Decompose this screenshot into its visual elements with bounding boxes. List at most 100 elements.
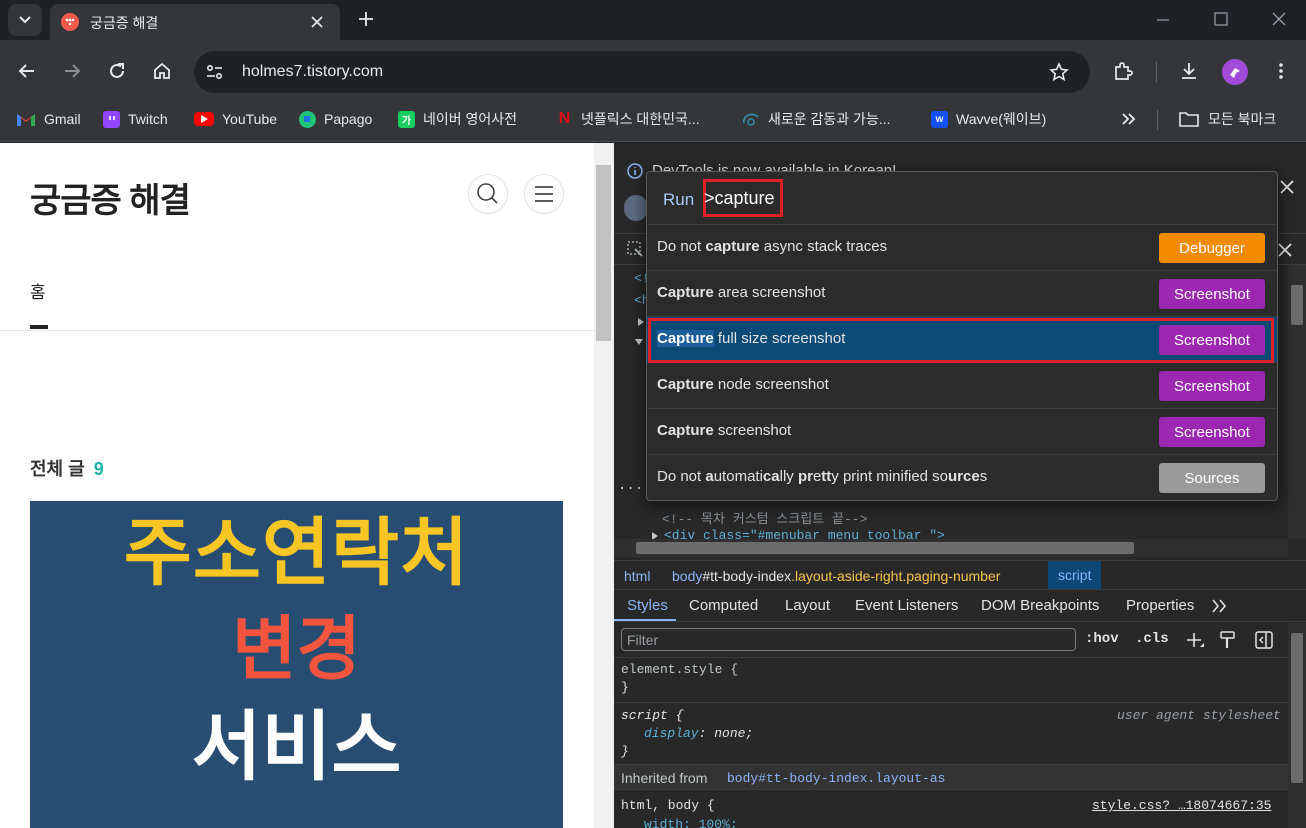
tab-active-underline: [614, 619, 676, 621]
breadcrumb-body[interactable]: body#tt-body-index.layout-aside-right.pa…: [672, 568, 1000, 584]
styles-scrollbar[interactable]: [1288, 623, 1306, 828]
width-declaration[interactable]: width: 100%;: [644, 817, 738, 828]
item-match: Capture: [657, 376, 714, 393]
inherited-link[interactable]: body#tt-body-index.layout-as: [727, 771, 945, 786]
url-text[interactable]: holmes7.tistory.com: [242, 63, 383, 81]
palette-item[interactable]: Capture node screenshot Screenshot: [647, 362, 1277, 408]
bookmark-youtube[interactable]: YouTube: [194, 106, 277, 132]
minimize-icon[interactable]: [1153, 10, 1173, 30]
profile-avatar[interactable]: [1222, 59, 1248, 85]
all-bookmarks-folder[interactable]: 모든 북마크: [1178, 106, 1276, 132]
tab-styles[interactable]: Styles: [627, 597, 668, 614]
dom-hscroll-thumb[interactable]: [636, 542, 1134, 554]
style-source-link[interactable]: style.css?_…18074667:35: [1092, 798, 1271, 813]
screenshot-badge[interactable]: Screenshot: [1159, 371, 1265, 401]
forward-icon[interactable]: [61, 60, 83, 82]
dom-vertical-scrollbar[interactable]: [1288, 265, 1306, 539]
banner-line-1: 주소연락처: [123, 511, 470, 594]
always-match-chip[interactable]: [624, 195, 648, 221]
new-tab-icon[interactable]: [355, 8, 377, 30]
dom-horizontal-scrollbar[interactable]: [614, 539, 1288, 557]
nav-home[interactable]: 홈: [30, 278, 46, 303]
dom-ellipsis[interactable]: ···: [618, 481, 643, 497]
bookmark-label: 새로운 감동과 가능...: [768, 111, 891, 127]
close-tab-icon[interactable]: [308, 13, 326, 31]
home-icon[interactable]: [151, 60, 173, 82]
menu-kebab-icon[interactable]: [1270, 60, 1292, 82]
breadcrumb-html[interactable]: html: [624, 568, 650, 584]
tab-layout[interactable]: Layout: [785, 597, 830, 614]
bookmark-netflix[interactable]: N 넷플릭스 대한민국...: [556, 106, 700, 132]
bookmark-twitch[interactable]: Twitch: [103, 106, 168, 132]
more-bookmarks-chevron-icon[interactable]: [1119, 109, 1139, 129]
tab-event-listeners[interactable]: Event Listeners: [855, 597, 958, 614]
palette-item[interactable]: Capture screenshot Screenshot: [647, 408, 1277, 454]
address-bar[interactable]: holmes7.tistory.com: [194, 51, 1090, 93]
hov-toggle[interactable]: :hov: [1085, 631, 1119, 647]
dom-scrollbar-thumb[interactable]: [1291, 285, 1303, 325]
extensions-icon[interactable]: [1112, 60, 1134, 82]
bookmark-star-icon[interactable]: [1048, 61, 1070, 83]
close-window-icon[interactable]: [1268, 8, 1290, 30]
collapse-arrow-icon[interactable]: [634, 337, 644, 347]
blog-title[interactable]: 궁금증 해결: [30, 173, 191, 222]
inspect-element-icon[interactable]: [626, 240, 644, 258]
script-rule-selector[interactable]: script {: [621, 708, 683, 723]
palette-item[interactable]: Capture area screenshot Screenshot: [647, 270, 1277, 316]
item-match: urce: [948, 468, 980, 485]
palette-item[interactable]: Do not automatically pretty print minifi…: [647, 454, 1277, 500]
screenshot-badge[interactable]: Screenshot: [1159, 417, 1265, 447]
bookmark-disney[interactable]: 새로운 감동과 가능...: [742, 106, 891, 132]
screenshot-badge[interactable]: Screenshot: [1159, 279, 1265, 309]
close-notice-icon[interactable]: [1278, 178, 1296, 196]
palette-item[interactable]: Do not capture async stack traces Debugg…: [647, 224, 1277, 270]
post-thumbnail[interactable]: 주소연락처 변경 서비스: [30, 501, 563, 828]
bookmark-gmail[interactable]: Gmail: [16, 106, 81, 132]
bookmark-naver-dict[interactable]: 가 네이버 영어사전: [398, 106, 517, 132]
item-post: node screenshot: [713, 376, 829, 393]
tistory-favicon: [61, 13, 79, 31]
palette-run-prefix: Run: [663, 190, 695, 209]
item-part: y print minified so: [831, 468, 949, 485]
styles-pane: element.style { } script { user agent st…: [614, 657, 1288, 828]
styles-scrollbar-thumb[interactable]: [1291, 633, 1303, 783]
tab-computed[interactable]: Computed: [689, 597, 758, 614]
reload-icon[interactable]: [106, 60, 128, 82]
paint-roller-icon[interactable]: [1219, 630, 1237, 650]
tab-properties[interactable]: Properties: [1126, 597, 1194, 614]
sources-badge[interactable]: Sources: [1159, 463, 1265, 493]
active-tab[interactable]: 궁금증 해결: [50, 4, 340, 40]
tab-dom-breakpoints[interactable]: DOM Breakpoints: [981, 597, 1099, 614]
search-button[interactable]: [468, 174, 508, 214]
new-style-rule-icon[interactable]: [1185, 631, 1205, 651]
bookmark-label: Twitch: [128, 111, 168, 127]
tab-search-button[interactable]: [8, 4, 42, 36]
display-declaration[interactable]: display: none;: [644, 726, 753, 741]
dom-comment-line[interactable]: <!-- 목차 커스텀 스크립트 끝-->: [662, 508, 867, 527]
item-part: Do not: [657, 468, 706, 485]
page-scrollbar[interactable]: [594, 143, 614, 828]
bookmark-papago[interactable]: Papago: [299, 106, 372, 132]
download-icon[interactable]: [1178, 60, 1200, 82]
expand-arrow-icon[interactable]: [636, 317, 646, 327]
styles-filter-input[interactable]: Filter: [621, 628, 1076, 651]
html-body-selector[interactable]: html, body {: [621, 798, 715, 813]
breadcrumb-script[interactable]: script: [1048, 561, 1102, 589]
bookmark-wavve[interactable]: w Wavve(웨이브): [931, 106, 1046, 132]
close-devtools-icon[interactable]: [1276, 241, 1294, 259]
more-tabs-chevron-icon[interactable]: [1210, 598, 1230, 614]
debugger-badge[interactable]: Debugger: [1159, 233, 1265, 263]
page-scrollbar-thumb[interactable]: [596, 165, 611, 341]
menu-button[interactable]: [524, 174, 564, 214]
breadcrumb-body-tag: body: [672, 568, 703, 584]
bookmark-label: Wavve(웨이브): [956, 111, 1047, 127]
toggle-sidebar-icon[interactable]: [1254, 630, 1274, 650]
youtube-icon: [194, 112, 214, 126]
hamburger-icon: [535, 186, 553, 202]
back-icon[interactable]: [16, 60, 38, 82]
site-info-icon[interactable]: [204, 61, 226, 83]
maximize-icon[interactable]: [1211, 10, 1231, 30]
element-style-selector[interactable]: element.style {: [621, 662, 738, 677]
palette-query-input[interactable]: >capture: [703, 179, 783, 217]
cls-toggle[interactable]: .cls: [1135, 631, 1169, 647]
